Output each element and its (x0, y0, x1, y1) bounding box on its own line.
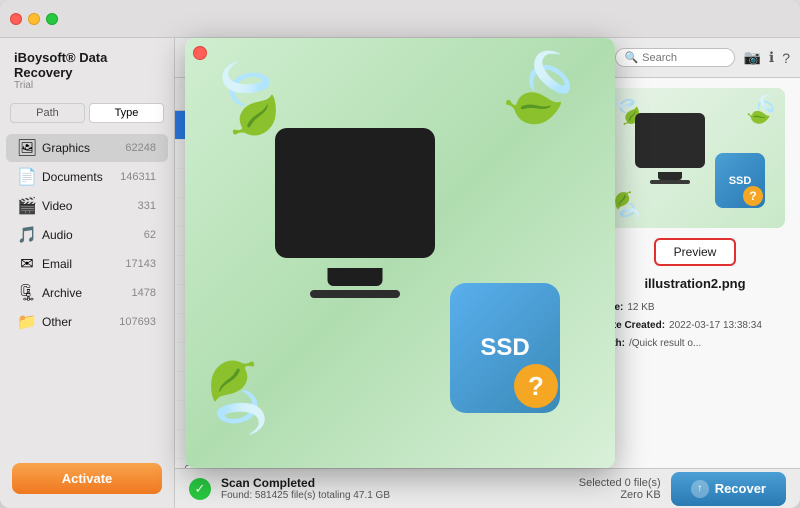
sidebar-item-count-email: 17143 (125, 258, 156, 270)
sidebar-item-video[interactable]: 🎬 Video 331 (6, 192, 168, 220)
preview-meta: Size: 12 KB Date Created: 2022-03-17 13:… (600, 299, 790, 353)
scan-title: Scan Completed (221, 476, 390, 490)
sidebar-item-count-documents: 146311 (120, 171, 156, 183)
preview-filename: illustration2.png (644, 276, 745, 291)
meta-date-value: 2022-03-17 13:38:34 (669, 317, 762, 335)
leaf-decoration-tr: 🍃 (739, 88, 785, 133)
overlay-image-content: 🍃 🍃 🍃 SSD ? (185, 38, 615, 468)
video-icon: 🎬 (18, 197, 36, 215)
sidebar-item-archive[interactable]: 🗜 Archive 1478 (6, 279, 168, 307)
selected-info: Selected 0 file(s) Zero KB (579, 477, 661, 501)
sidebar-item-documents[interactable]: 📄 Documents 146311 (6, 163, 168, 191)
app-subtitle: Trial (14, 80, 160, 91)
sidebar-item-email[interactable]: ✉ Email 17143 (6, 250, 168, 278)
sidebar-item-label-video: Video (42, 199, 138, 213)
selected-size: Zero KB (579, 489, 661, 501)
close-button[interactable] (10, 13, 22, 25)
tab-type[interactable]: Type (89, 103, 164, 123)
info-button[interactable]: ℹ (769, 49, 774, 66)
image-overlay-popup: 🍃 🍃 🍃 SSD ? (185, 38, 615, 468)
selected-count: Selected 0 file(s) (579, 477, 661, 489)
help-button[interactable]: ? (782, 50, 790, 66)
sidebar-item-label-graphics: Graphics (42, 141, 125, 155)
graphics-icon: 🖼 (18, 139, 36, 157)
scan-detail: Found: 581425 file(s) totaling 47.1 GB (221, 490, 390, 501)
mac-monitor (635, 113, 705, 168)
other-icon: 📁 (18, 313, 36, 331)
activate-area: Activate (0, 453, 174, 508)
scan-status-text: Scan Completed Found: 581425 file(s) tot… (221, 476, 390, 501)
preview-button[interactable]: Preview (654, 238, 737, 266)
email-icon: ✉ (18, 255, 36, 273)
minimize-button[interactable] (28, 13, 40, 25)
preview-image-area: 🍃 🍃 🍃 SSD ? (605, 88, 785, 228)
sidebar-item-graphics[interactable]: 🖼 Graphics 62248 (6, 134, 168, 162)
sidebar-item-label-documents: Documents (42, 170, 120, 184)
sidebar-item-other[interactable]: 📁 Other 107693 (6, 308, 168, 336)
sidebar-item-label-email: Email (42, 257, 125, 271)
maximize-button[interactable] (46, 13, 58, 25)
sidebar-header: iBoysoft® Data Recovery Trial (0, 38, 174, 97)
meta-size-row: Size: 12 KB (600, 299, 790, 317)
recover-btn-label: Recover (715, 481, 766, 496)
camera-button[interactable]: 📷 (743, 49, 760, 66)
sidebar-item-count-archive: 1478 (132, 287, 156, 299)
documents-icon: 📄 (18, 168, 36, 186)
sidebar-item-count-audio: 62 (144, 229, 156, 241)
sidebar-item-audio[interactable]: 🎵 Audio 62 (6, 221, 168, 249)
recover-icon: ↑ (691, 480, 709, 498)
sidebar-item-count-graphics: 62248 (125, 142, 156, 154)
meta-date-row: Date Created: 2022-03-17 13:38:34 (600, 317, 790, 335)
sidebar-item-label-other: Other (42, 315, 119, 329)
big-leaf-bl: 🍃 (185, 344, 294, 451)
meta-path-row: Path: /Quick result o... (600, 335, 790, 353)
archive-icon: 🗜 (18, 284, 36, 302)
app-title: iBoysoft® Data Recovery (14, 50, 160, 80)
audio-icon: 🎵 (18, 226, 36, 244)
statusbar: ✓ Scan Completed Found: 581425 file(s) t… (175, 468, 800, 508)
search-box: 🔍 (615, 48, 735, 67)
search-input[interactable] (642, 52, 722, 64)
preview-panel: 🍃 🍃 🍃 SSD ? Preview illustration2.png S (590, 78, 800, 468)
activate-button[interactable]: Activate (12, 463, 162, 494)
sidebar-item-count-other: 107693 (119, 316, 156, 328)
search-icon: 🔍 (624, 51, 638, 64)
big-leaf-tr: 🍃 (485, 38, 599, 145)
titlebar (0, 0, 800, 38)
recover-button[interactable]: ↑ Recover (671, 472, 786, 506)
ssd-question-mark: ? (743, 186, 763, 206)
sidebar-item-label-archive: Archive (42, 286, 132, 300)
sidebar-tabs: Path Type (0, 97, 174, 129)
sidebar-items: 🖼 Graphics 62248 📄 Documents 146311 🎬 Vi… (0, 129, 174, 453)
scan-complete-icon: ✓ (189, 478, 211, 500)
tab-path[interactable]: Path (10, 103, 85, 123)
overlay-close-button[interactable] (193, 46, 207, 60)
sidebar: iBoysoft® Data Recovery Trial Path Type … (0, 38, 175, 508)
sidebar-item-label-audio: Audio (42, 228, 144, 242)
meta-size-value: 12 KB (627, 299, 654, 317)
sidebar-item-count-video: 331 (138, 200, 156, 212)
traffic-lights (10, 13, 58, 25)
meta-path-value: /Quick result o... (629, 335, 701, 353)
big-question-mark: ? (514, 364, 558, 408)
big-mac-monitor (275, 128, 435, 258)
